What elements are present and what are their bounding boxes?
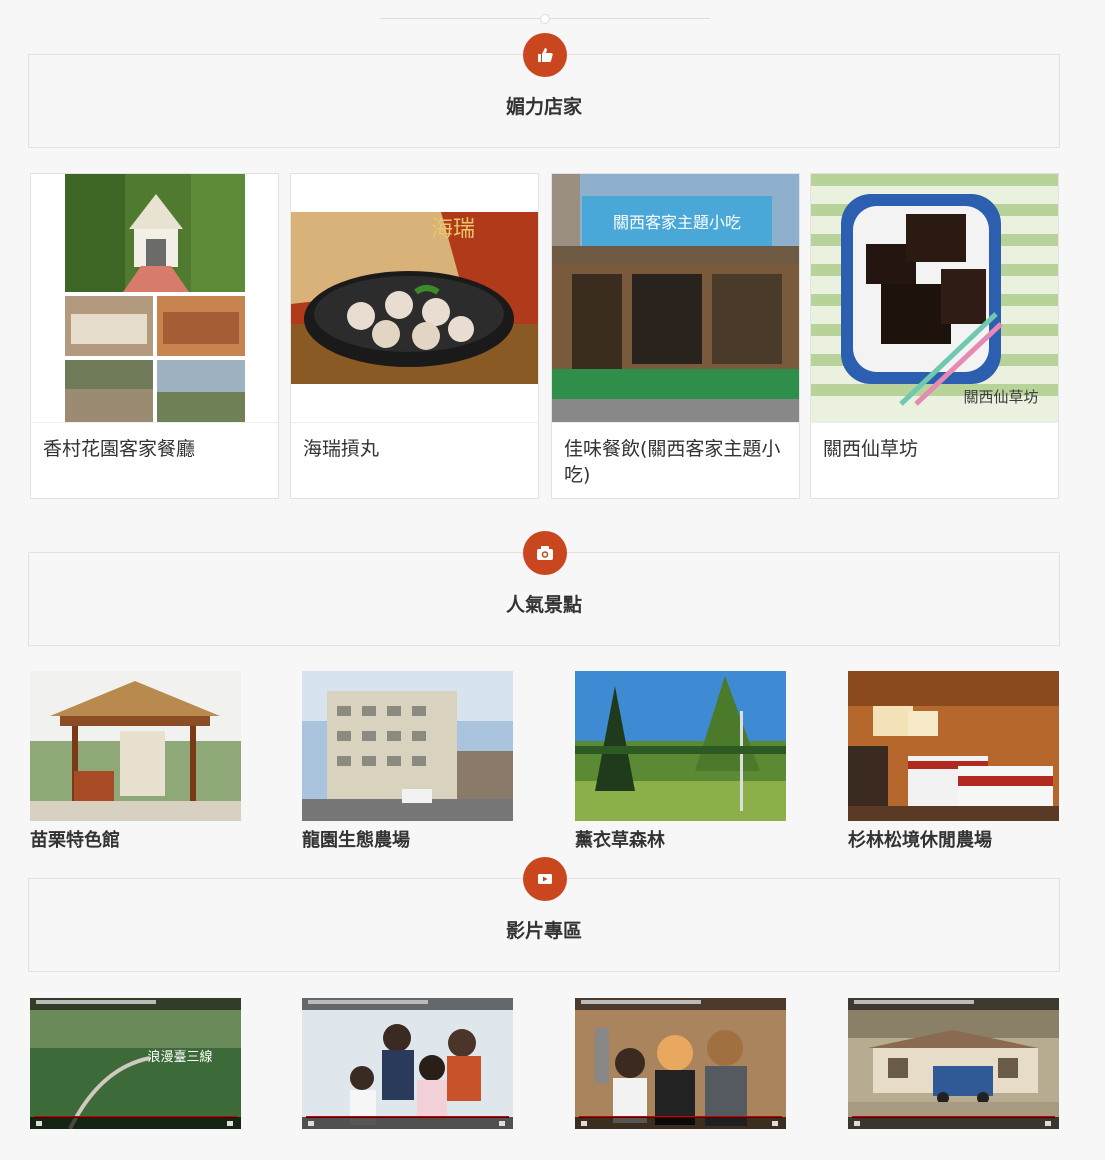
section-title-spots: 人氣景點 [505,594,582,616]
shop-name[interactable]: 佳味餐飲(關西客家主題小吃) [564,436,789,488]
video-controls[interactable] [30,1117,241,1129]
spot-name[interactable]: 薰衣草森林 [575,826,786,852]
divider [811,422,1058,423]
watermark-text: 關西仙草坊 [963,388,1038,406]
spot-image-1 [30,671,241,821]
fullscreen-icon[interactable] [772,1121,778,1126]
bowl-brand-text: 海瑞 [431,217,475,242]
fullscreen-icon[interactable] [227,1121,233,1126]
spot-image-4 [848,671,1059,821]
spot-card-1[interactable]: 苗栗特色館 [30,671,241,852]
spot-name[interactable]: 杉林松境休閒農場 [848,826,1059,852]
shop-card-3[interactable]: 關西客家主題小吃 佳味餐飲(關西客家主題小吃) [551,173,800,499]
play-icon[interactable] [581,1121,587,1126]
spot-name[interactable]: 龍園生態農場 [302,826,513,852]
spot-card-3[interactable]: 薰衣草森林 [575,671,786,852]
shop-name[interactable]: 海瑞摃丸 [303,436,528,462]
play-icon[interactable] [854,1121,860,1126]
shop-card-4[interactable]: 關西仙草坊 關西仙草坊 [810,173,1059,499]
thumbs-up-icon [523,33,567,77]
video-icon [523,857,567,901]
spot-card-2[interactable]: 龍園生態農場 [302,671,513,852]
video-thumbnail-2[interactable] [302,998,513,1129]
fullscreen-icon[interactable] [499,1121,505,1126]
play-icon[interactable] [36,1121,42,1126]
divider [291,422,538,423]
spot-name[interactable]: 苗栗特色館 [30,826,241,852]
fullscreen-icon[interactable] [1045,1121,1051,1126]
video-title-bar [30,998,241,1010]
video-title-bar [848,998,1059,1010]
shop-image-3: 關西客家主題小吃 [552,174,799,422]
shop-card-1[interactable]: 香村花園客家餐廳 [30,173,279,499]
store-sign-text: 關西客家主題小吃 [613,213,741,232]
spot-card-4[interactable]: 杉林松境休閒農場 [848,671,1059,852]
video-title-bar [575,998,786,1010]
video-controls[interactable] [302,1117,513,1129]
camera-icon [523,531,567,575]
shop-image-2: 海瑞 [291,174,538,422]
shop-image-4: 關西仙草坊 [811,174,1058,422]
section-title-videos: 影片專區 [505,920,582,942]
divider [31,422,278,423]
top-divider-dot [540,14,550,24]
video-thumbnail-3[interactable] [575,998,786,1129]
video-thumbnail-1[interactable]: 浪漫臺三線 [30,998,241,1129]
video-thumbnail-4[interactable] [848,998,1059,1129]
shop-name[interactable]: 關西仙草坊 [823,436,1048,462]
section-title-shops: 媚力店家 [505,96,582,118]
video-controls[interactable] [848,1117,1059,1129]
divider [552,422,799,423]
play-icon[interactable] [308,1121,314,1126]
video-title-bar [302,998,513,1010]
shop-image-1 [31,174,278,422]
spot-image-2 [302,671,513,821]
spot-image-3 [575,671,786,821]
video-controls[interactable] [575,1117,786,1129]
shop-name[interactable]: 香村花園客家餐廳 [43,436,268,462]
video-overlay-text: 浪漫臺三線 [147,1049,212,1065]
shop-card-2[interactable]: 海瑞 海瑞摃丸 [290,173,539,499]
